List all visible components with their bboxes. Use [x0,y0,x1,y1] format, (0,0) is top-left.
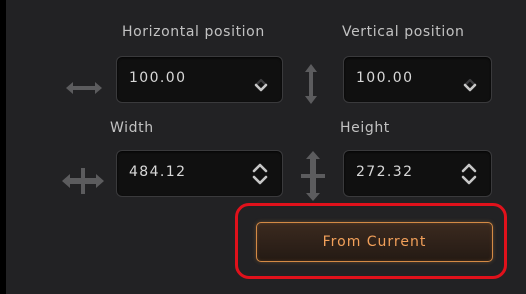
vertical-position-field[interactable]: 100.00 [343,56,492,103]
height-label: Height [340,120,390,136]
chevron-up-down-icon[interactable] [250,162,270,186]
vertical-position-label: Vertical position [342,24,465,40]
width-value[interactable]: 484.12 [129,164,186,180]
height-field[interactable]: 272.32 [343,150,492,197]
height-arrows-icon [301,151,325,201]
highlight-outline [235,203,507,279]
height-value[interactable]: 272.32 [356,164,413,180]
chevron-down-icon[interactable] [461,74,479,92]
horizontal-position-value[interactable]: 100.00 [129,70,186,86]
horizontal-position-label: Horizontal position [122,24,265,40]
width-label: Width [110,120,154,136]
width-arrows-icon [62,168,104,194]
horizontal-position-field[interactable]: 100.00 [116,56,283,103]
width-field[interactable]: 484.12 [116,150,283,197]
chevron-down-icon[interactable] [252,74,270,92]
horizontal-arrows-icon [66,82,102,94]
vertical-arrows-icon [305,64,317,104]
vertical-position-value[interactable]: 100.00 [356,70,413,86]
chevron-up-down-icon[interactable] [459,162,479,186]
